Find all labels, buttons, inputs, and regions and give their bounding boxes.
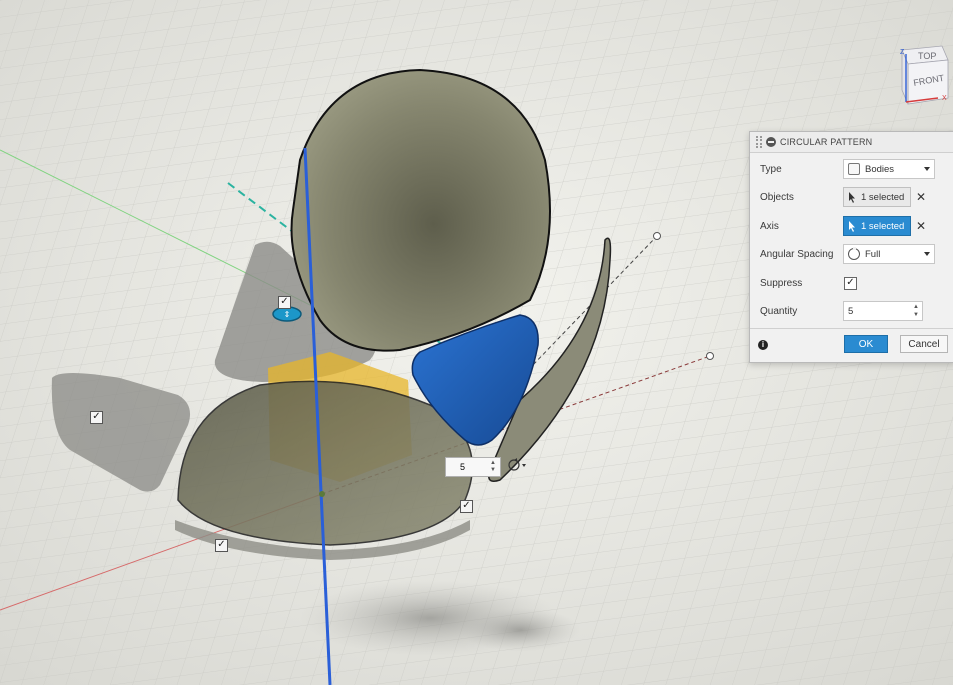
angular-spacing-row: Angular Spacing Full — [750, 241, 953, 267]
axis-value: 1 selected — [861, 220, 905, 232]
objects-row: Objects 1 selected ✕ — [750, 184, 953, 210]
clear-axis-icon[interactable]: ✕ — [916, 219, 926, 233]
viewcube-z-label: Z — [900, 49, 905, 56]
instance-checkbox[interactable]: ✓ — [460, 500, 473, 513]
dialog-header[interactable]: CIRCULAR PATTERN — [750, 132, 953, 153]
type-row: Type Bodies — [750, 156, 953, 182]
reference-point[interactable] — [653, 232, 661, 240]
instance-checkbox[interactable]: ✓ — [90, 411, 103, 424]
viewcube-x-label: X — [942, 95, 947, 102]
circular-pattern-dialog: CIRCULAR PATTERN Type Bodies Objects 1 s… — [749, 131, 953, 363]
type-value: Bodies — [865, 163, 895, 175]
dialog-title: CIRCULAR PATTERN — [780, 137, 873, 147]
canvas-quantity-value: 5 — [460, 462, 466, 472]
quantity-label: Quantity — [760, 305, 798, 317]
instance-checkbox[interactable]: ✓ — [215, 539, 228, 552]
canvas-quantity-input[interactable]: 5 ▲ ▼ — [445, 457, 501, 477]
shell-body-bottom[interactable] — [177, 380, 473, 546]
cancel-button[interactable]: Cancel — [900, 335, 948, 353]
quantity-input[interactable]: 5 ▲ ▼ — [843, 301, 923, 321]
clear-objects-icon[interactable]: ✕ — [916, 190, 926, 204]
ground-shadow-small — [460, 608, 580, 652]
shell-body-top[interactable] — [290, 68, 551, 352]
objects-value: 1 selected — [861, 191, 905, 203]
objects-selection-button[interactable]: 1 selected — [843, 187, 911, 207]
axis-row: Axis 1 selected ✕ — [750, 213, 953, 239]
rotate-direction-icon — [508, 458, 526, 471]
cursor-arrow-icon — [849, 191, 855, 203]
drag-grip-icon[interactable] — [756, 136, 762, 148]
axis-selection-button[interactable]: 1 selected — [843, 216, 911, 236]
quantity-row: Quantity 5 ▲ ▼ — [750, 298, 953, 324]
type-label: Type — [760, 163, 782, 175]
origin-point — [319, 491, 325, 497]
dialog-footer: i OK Cancel — [750, 328, 953, 361]
suppress-checkbox[interactable]: ✓ — [844, 276, 857, 290]
direction-dropdown[interactable] — [506, 456, 530, 474]
quantity-stepper[interactable]: ▲ ▼ — [912, 303, 920, 319]
viewcube-top-label: TOP — [918, 51, 936, 61]
ok-button[interactable]: OK — [844, 335, 888, 353]
cursor-arrow-icon — [849, 220, 855, 232]
angular-spacing-label: Angular Spacing — [760, 248, 834, 260]
angular-spacing-value: Full — [865, 248, 881, 260]
objects-label: Objects — [760, 191, 794, 203]
bodies-icon — [848, 163, 860, 175]
spinner-arrows-icon[interactable]: ▲ ▼ — [490, 460, 496, 474]
info-icon[interactable]: i — [758, 340, 768, 350]
chevron-down-icon — [924, 252, 930, 256]
reference-point-2[interactable] — [706, 352, 714, 360]
suppress-label: Suppress — [760, 277, 803, 289]
angular-spacing-select[interactable]: Full — [843, 244, 935, 264]
instance-checkbox[interactable]: ✓ — [278, 296, 291, 309]
type-select[interactable]: Bodies — [843, 159, 935, 179]
viewcube[interactable]: TOP FRONT Z X — [890, 42, 950, 112]
svg-text:⇕: ⇕ — [284, 310, 291, 319]
quantity-value: 5 — [848, 305, 854, 317]
suppress-row: Suppress ✓ — [750, 270, 953, 296]
full-circle-icon — [848, 247, 860, 260]
collapse-icon[interactable] — [766, 137, 776, 147]
axis-label: Axis — [760, 220, 779, 232]
chevron-down-icon — [924, 167, 930, 171]
